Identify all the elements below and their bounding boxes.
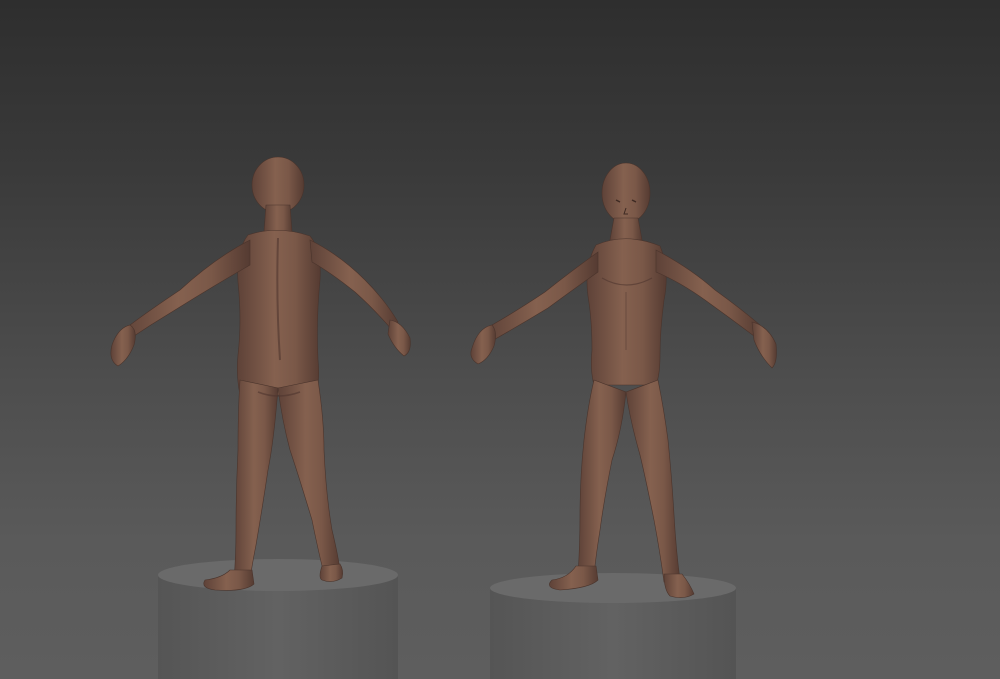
pedestal-right [490, 573, 736, 679]
render-scene [110, 156, 777, 679]
back-view-figure [110, 156, 411, 591]
pedestal-left [158, 559, 398, 679]
viewport-3d[interactable] [0, 0, 1000, 679]
front-view-figure [470, 162, 777, 598]
